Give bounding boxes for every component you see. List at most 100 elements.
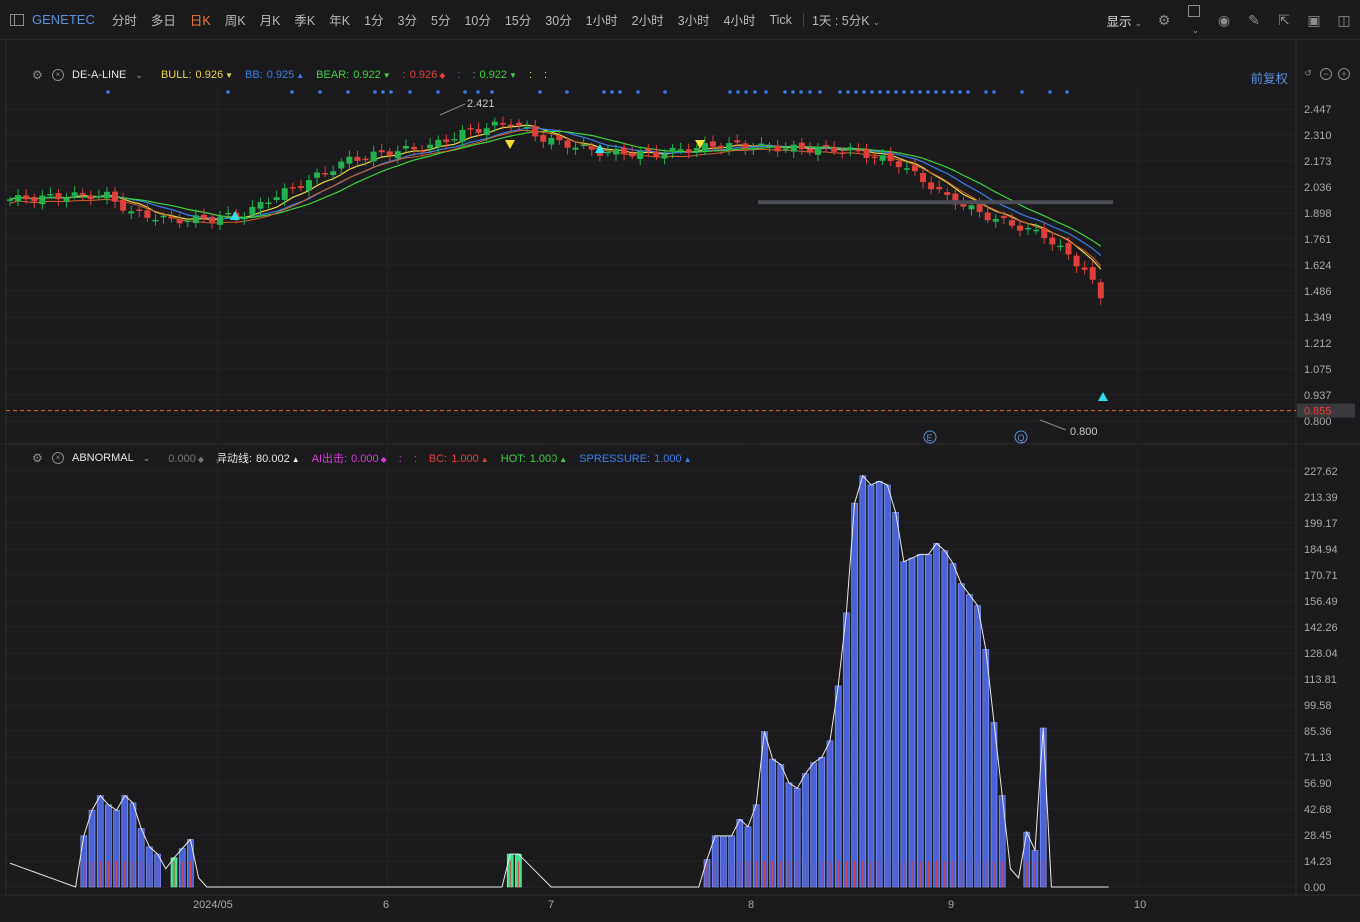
chevron-down-icon[interactable]: ⌄: [143, 453, 151, 464]
candle-body: [1081, 267, 1088, 270]
candle-body: [806, 148, 813, 153]
zoom-out-icon[interactable]: −: [1320, 68, 1332, 80]
candle-body: [645, 148, 652, 151]
range-select[interactable]: 1天 : 5分K ⌄: [808, 10, 884, 29]
price-tick-label: 1.898: [1304, 208, 1332, 220]
abnormal-bar: [703, 859, 711, 888]
indicator-name[interactable]: DE-A-LINE: [72, 69, 126, 81]
candle-body: [217, 216, 224, 225]
candle-body: [370, 151, 377, 162]
close-icon[interactable]: ×: [52, 69, 64, 81]
timeframe-10[interactable]: 10分: [457, 10, 497, 29]
candle-body: [661, 154, 668, 159]
candle-body: [863, 149, 870, 158]
timeframe-12[interactable]: 30分: [538, 10, 578, 29]
abnormal-bar: [900, 561, 908, 888]
candle-body: [354, 156, 361, 161]
sidebar-toggle-icon[interactable]: [10, 13, 24, 26]
signal-dot: [490, 90, 494, 94]
sub-tick-label: 99.58: [1304, 700, 1332, 712]
timeframe-8[interactable]: 3分: [391, 10, 424, 29]
timeframe-13[interactable]: 1小时: [579, 10, 625, 29]
candle-body: [1065, 242, 1072, 255]
signal-dot: [663, 90, 667, 94]
signal-dot: [958, 90, 962, 94]
timeframe-7[interactable]: 1分: [357, 10, 390, 29]
panel-icon[interactable]: ◫: [1336, 12, 1352, 29]
camera-icon[interactable]: ◉: [1216, 12, 1232, 29]
timeframe-2[interactable]: 日K: [183, 10, 218, 29]
candle-body: [305, 180, 312, 191]
indicator-value: 1.000: [529, 453, 558, 465]
signal-dot: [636, 90, 640, 94]
reset-icon[interactable]: ↺: [1302, 68, 1314, 80]
sub-tick-label: 184.94: [1304, 544, 1338, 556]
candle-body: [887, 152, 894, 161]
signal-dot: [744, 90, 748, 94]
indicator-settings-icon[interactable]: ⚙: [32, 451, 46, 465]
pen-icon[interactable]: ✎: [1246, 12, 1262, 29]
abnormal-bar: [187, 839, 194, 888]
last-price-label: 0.855: [1304, 406, 1332, 418]
indicator-name[interactable]: ABNORMAL: [72, 452, 134, 464]
timeframe-15[interactable]: 3小时: [671, 10, 717, 29]
ma-line: [9, 129, 1102, 267]
abnormal-bar: [137, 828, 145, 888]
candle-body: [103, 191, 110, 199]
display-button[interactable]: 显示 ⌄: [1106, 11, 1142, 30]
close-icon[interactable]: ×: [52, 452, 64, 464]
signal-dot: [618, 90, 622, 94]
adjust-button[interactable]: 前复权: [1250, 68, 1288, 87]
fullscreen-icon[interactable]: ⇱: [1276, 12, 1292, 29]
sub-tick-label: 113.81: [1304, 674, 1337, 686]
indicator-value: 80.002: [256, 453, 290, 465]
timeframe-16[interactable]: 4小时: [717, 10, 763, 29]
candle-body: [1000, 216, 1007, 219]
high-label: 2.421: [467, 98, 495, 110]
symbol-name[interactable]: GENETEC: [32, 12, 95, 27]
signal-dot: [942, 90, 946, 94]
zoom-in-icon[interactable]: +: [1338, 68, 1350, 80]
candle-body: [839, 152, 846, 155]
candle-body: [944, 192, 951, 195]
book-icon[interactable]: ▣: [1306, 12, 1322, 29]
timeframe-5[interactable]: 季K: [287, 10, 322, 29]
signal-dot: [992, 90, 996, 94]
timeframe-6[interactable]: 年K: [322, 10, 357, 29]
signal-dot: [389, 90, 393, 94]
timeframe-9[interactable]: 5分: [424, 10, 457, 29]
signal-dot: [318, 90, 322, 94]
candle-body: [330, 171, 337, 176]
indicator-item: :: [414, 453, 417, 465]
indicator-settings-icon[interactable]: ⚙: [32, 68, 46, 82]
timeframe-3[interactable]: 周K: [218, 10, 253, 29]
candle-body: [338, 161, 345, 169]
candle-body: [136, 209, 143, 211]
timeframe-17[interactable]: Tick: [762, 13, 798, 27]
timeframe-11[interactable]: 15分: [498, 10, 538, 29]
signal-dot: [736, 90, 740, 94]
signal-dot: [346, 90, 350, 94]
signal-dot: [799, 90, 803, 94]
sub-tick-label: 156.49: [1304, 596, 1338, 608]
candle-body: [604, 151, 611, 154]
candle-body: [815, 147, 821, 155]
abnormal-bar: [982, 649, 990, 888]
candle-body: [289, 187, 296, 189]
timeframe-1[interactable]: 多日: [144, 10, 183, 29]
layout-icon[interactable]: ⌄: [1186, 4, 1202, 36]
candle-body: [960, 203, 967, 207]
abnormal-bar: [1023, 831, 1031, 888]
timeframe-14[interactable]: 2小时: [625, 10, 671, 29]
candle-body: [516, 122, 523, 125]
signal-dot: [902, 90, 906, 94]
candle-body: [758, 143, 765, 146]
signal-dot: [918, 90, 922, 94]
chevron-down-icon[interactable]: ⌄: [135, 70, 143, 81]
abnormal-line: [9, 474, 1109, 888]
timeframe-0[interactable]: 分时: [105, 10, 144, 29]
candle-body: [47, 193, 54, 196]
gear-icon[interactable]: ⚙: [1156, 12, 1172, 29]
timeframe-4[interactable]: 月K: [253, 10, 288, 29]
candle-body: [233, 212, 240, 218]
